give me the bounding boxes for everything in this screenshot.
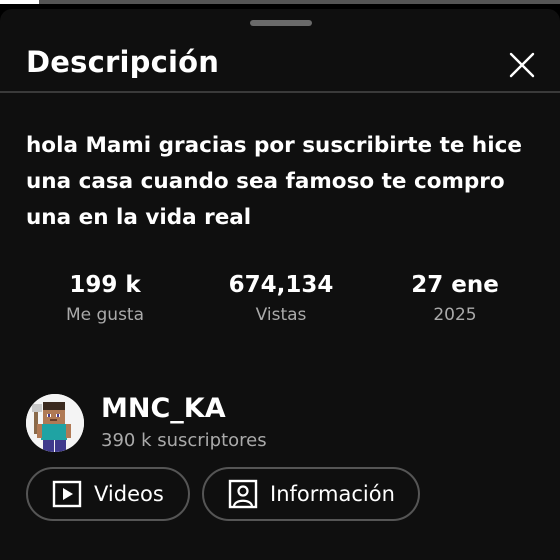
publish-date-stat: 27 ene 2025 xyxy=(380,268,530,325)
channel-name[interactable]: MNC_KA xyxy=(101,393,226,424)
subscriber-count: 390 k suscriptores xyxy=(101,430,267,451)
info-button-label: Información xyxy=(270,482,395,506)
close-icon xyxy=(509,52,535,78)
likes-label: Me gusta xyxy=(65,305,145,325)
views-label: Vistas xyxy=(255,305,307,325)
drag-handle[interactable] xyxy=(250,20,312,26)
videos-button-label: Videos xyxy=(94,482,164,506)
close-button[interactable] xyxy=(504,47,540,83)
videos-button[interactable]: Videos xyxy=(26,467,190,521)
video-play-icon xyxy=(52,480,82,508)
video-progress-bar[interactable] xyxy=(0,0,560,4)
publish-year: 2025 xyxy=(433,305,477,325)
minecraft-character-icon xyxy=(26,394,84,452)
video-description: hola Mami gracias por suscribirte te hic… xyxy=(26,133,522,230)
video-progress-fill xyxy=(0,0,40,4)
channel-avatar[interactable] xyxy=(26,394,84,452)
views-count: 674,134 xyxy=(228,272,334,298)
person-box-icon xyxy=(228,479,258,509)
likes-count: 199 k xyxy=(69,272,141,298)
publish-day: 27 ene xyxy=(411,272,499,298)
header-divider xyxy=(0,91,560,93)
views-stat: 674,134 Vistas xyxy=(206,268,356,325)
likes-stat: 199 k Me gusta xyxy=(30,268,180,325)
info-button[interactable]: Información xyxy=(202,467,420,521)
panel-title: Descripción xyxy=(26,45,220,79)
